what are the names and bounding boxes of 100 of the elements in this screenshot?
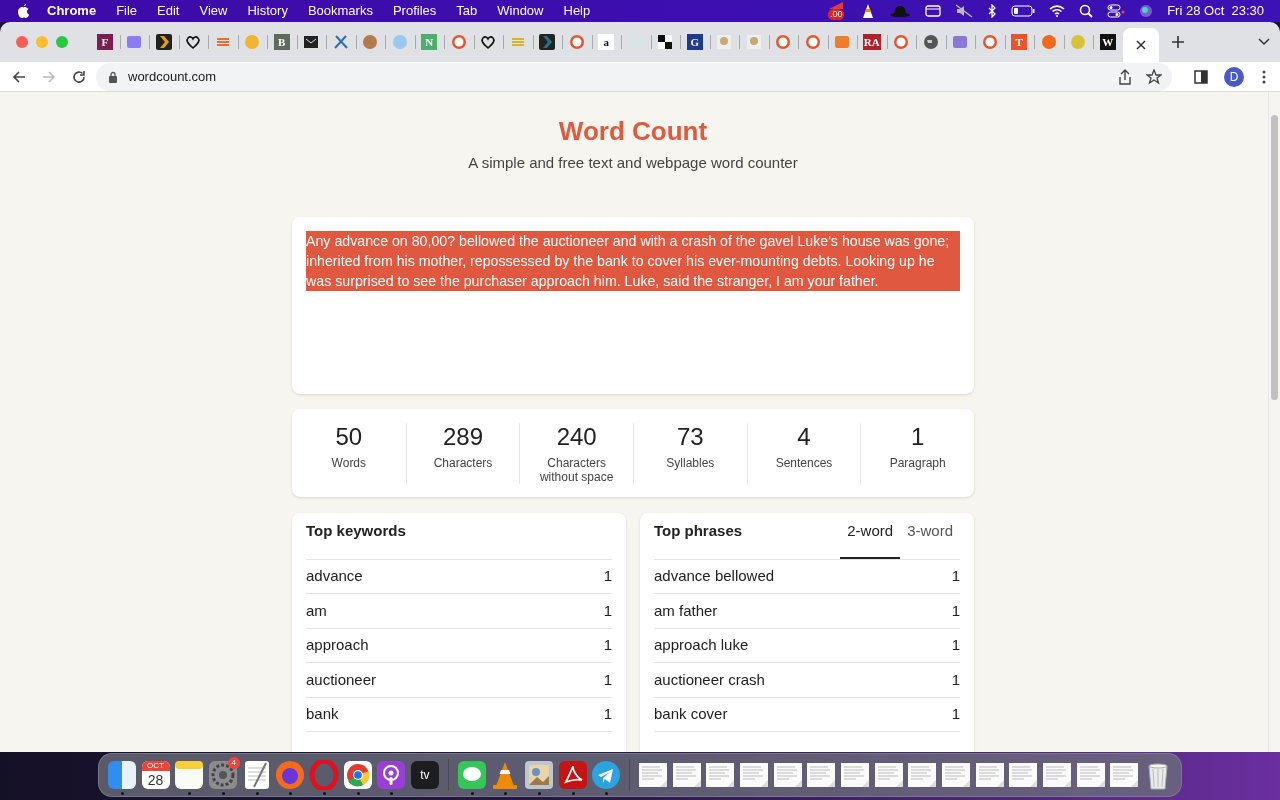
browser-tab[interactable]: a [591, 28, 621, 56]
chart-icon[interactable] [828, 1, 845, 9]
stat-label: Sentences [774, 455, 834, 470]
document-thumbnail[interactable] [1075, 760, 1106, 790]
gear-icon[interactable] [207, 760, 238, 790]
document-thumbnail[interactable] [873, 760, 904, 790]
broadcast-icon[interactable] [376, 760, 407, 790]
reload-button[interactable] [72, 69, 86, 84]
stat-label: Paragraph [888, 455, 947, 470]
stat-value: 1 [910, 422, 925, 451]
address-bar[interactable]: wordcount.com [96, 62, 1172, 91]
scrollbar-thumb[interactable] [1271, 115, 1278, 400]
new-tab-button[interactable] [1170, 35, 1185, 49]
card-title: Top keywords [306, 521, 406, 541]
apple-icon[interactable] [16, 3, 30, 19]
term-text: approach luke [654, 635, 749, 656]
stat-value: 4 [797, 422, 811, 451]
term-text: auctioneer [306, 669, 377, 690]
tab-list-button[interactable] [1258, 38, 1270, 46]
notepad-icon[interactable] [174, 760, 205, 790]
term-text: approach [306, 635, 369, 656]
text-content: Any advance on 80,00? bellowed the auctioneer and with a crash of the gavel Luke's house was gone; inherited from his mother, repossessed by the bank to cover his ever-mounting debts. Looking up he was surprised to see the purchaser approach him. Luke, said the stranger, I am your father. [306, 230, 960, 291]
browser-tab[interactable]: F [90, 28, 120, 56]
calendar-day: 28 [147, 771, 164, 789]
phrase-tab[interactable]: 2-word [840, 520, 901, 559]
document-thumbnail[interactable] [839, 760, 870, 790]
document-thumbnail[interactable] [940, 760, 971, 790]
toggles-icon[interactable] [1107, 4, 1126, 18]
count-text: 1 [603, 704, 612, 725]
calendar-month: OCT [141, 761, 170, 771]
paper-plane-icon[interactable] [591, 760, 622, 790]
term-text: advance bellowed [654, 566, 775, 587]
document-thumbnail[interactable] [1008, 760, 1039, 790]
stat-label: Words [330, 455, 368, 470]
traffic-cone-icon[interactable] [861, 3, 876, 19]
count-text: 1 [951, 635, 960, 656]
count-text: 1 [603, 669, 612, 690]
document-thumbnail[interactable] [1109, 760, 1140, 790]
menu-item[interactable]: Help [563, 1, 591, 21]
browser-tab[interactable]: RA [857, 28, 887, 56]
document-thumbnail[interactable] [772, 760, 803, 790]
browser-tab[interactable]: G [680, 28, 710, 56]
browser-tab[interactable]: T [1004, 28, 1034, 56]
count-text: 1 [603, 600, 612, 621]
bookmark-star-icon[interactable] [1146, 68, 1162, 85]
browser-tab[interactable]: B [267, 28, 297, 56]
count-text: 1 [951, 704, 960, 725]
letter-logo: a [598, 34, 615, 50]
menu-item[interactable]: Profiles [392, 1, 437, 21]
share-icon[interactable] [1118, 68, 1132, 85]
battery-icon[interactable] [1011, 5, 1036, 17]
window-icon[interactable] [925, 5, 942, 17]
stat-value: 289 [442, 422, 483, 451]
document-thumbnail[interactable] [1041, 760, 1072, 790]
document-thumbnail[interactable] [671, 760, 702, 790]
side-panel-icon[interactable] [1194, 69, 1208, 84]
text-input[interactable] [292, 216, 974, 394]
count-text: 1 [951, 669, 960, 690]
count-text: 1 [603, 635, 612, 656]
menu-item[interactable]: File [116, 1, 138, 21]
document-thumbnail[interactable] [637, 760, 668, 790]
phrase-tab[interactable]: 3-word [900, 520, 960, 559]
menu-item[interactable]: Edit [157, 1, 180, 21]
speech-bubble-icon[interactable] [456, 760, 487, 790]
document-thumbnail[interactable] [738, 760, 769, 790]
browser-tab[interactable]: W [1093, 28, 1123, 56]
more-menu-icon[interactable] [1262, 69, 1266, 84]
document-thumbnail[interactable] [705, 760, 736, 790]
search-icon[interactable] [1079, 4, 1094, 18]
letter-logo: G [686, 34, 703, 50]
menu-item[interactable]: Bookmarks [307, 1, 373, 21]
profile-avatar[interactable]: D [1224, 66, 1244, 87]
chevron-icon [539, 34, 556, 50]
term-text: bank [306, 704, 339, 725]
menu-item[interactable]: History [247, 1, 288, 21]
menu-item[interactable]: View [199, 1, 228, 21]
split-square-icon[interactable] [106, 760, 137, 790]
stat-value: 50 [335, 422, 363, 451]
term-text: advance [306, 566, 363, 587]
term-text: bank cover [654, 704, 728, 725]
app-menu[interactable]: Chrome [47, 1, 97, 21]
document-thumbnail[interactable] [907, 760, 938, 790]
muted-speaker-icon[interactable] [955, 4, 974, 18]
menu-clock: Fri 28 Oct 23:30 [1167, 2, 1264, 21]
photos-icon[interactable] [523, 760, 554, 790]
siri-icon[interactable] [1139, 4, 1154, 18]
swirl-icon[interactable] [557, 760, 588, 790]
tv-icon[interactable]: tv [410, 761, 439, 789]
document-thumbnail[interactable] [974, 760, 1005, 790]
letter-logo: N [421, 34, 438, 50]
count-text: 1 [603, 566, 612, 587]
menu-item[interactable]: Window [497, 1, 544, 21]
ring-icon[interactable] [342, 760, 373, 790]
document-thumbnail[interactable] [806, 760, 837, 790]
menu-item[interactable]: Tab [456, 1, 478, 21]
back-button[interactable] [12, 69, 26, 84]
bluetooth-icon[interactable] [987, 4, 998, 18]
stat-label: Characters [432, 455, 494, 470]
calendar-icon[interactable]: OCT 28 [141, 761, 170, 789]
wifi-icon[interactable] [1049, 5, 1066, 17]
